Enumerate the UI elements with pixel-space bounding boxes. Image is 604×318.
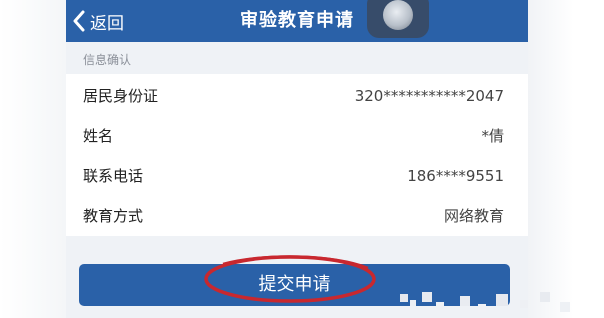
info-row-education-method: 教育方式 网络教育	[66, 196, 528, 236]
info-row-name: 姓名 *倩	[66, 116, 528, 156]
info-label: 联系电话	[83, 167, 144, 185]
nav-bar: 审验教育申请 返回	[66, 0, 528, 42]
info-value: 186****9551	[407, 167, 504, 185]
left-margin	[0, 0, 66, 318]
section-title: 信息确认	[83, 53, 132, 67]
back-button[interactable]: 返回	[72, 0, 124, 42]
info-list: 居民身份证 320***********2047 姓名 *倩 联系电话 186*…	[66, 74, 528, 236]
phone-screen: 审验教育申请 返回 信息确认 居民身份证 320***********2047 …	[66, 0, 528, 318]
chevron-left-icon	[72, 10, 86, 32]
section-header: 信息确认	[66, 47, 528, 74]
back-label: 返回	[90, 13, 124, 34]
info-label: 教育方式	[83, 207, 144, 225]
info-value: 网络教育	[443, 207, 504, 225]
info-row-id-card: 居民身份证 320***********2047	[66, 76, 528, 116]
assistive-touch-knob	[383, 0, 413, 30]
right-margin	[528, 0, 604, 318]
info-label: 姓名	[83, 127, 114, 145]
info-label: 居民身份证	[83, 87, 159, 105]
page-title: 审验教育申请	[240, 10, 354, 31]
info-value: 320***********2047	[354, 87, 504, 105]
info-row-phone: 联系电话 186****9551	[66, 156, 528, 196]
watermark-blur	[400, 292, 570, 312]
assistive-touch-icon[interactable]	[367, 0, 429, 38]
info-value: *倩	[481, 127, 504, 145]
